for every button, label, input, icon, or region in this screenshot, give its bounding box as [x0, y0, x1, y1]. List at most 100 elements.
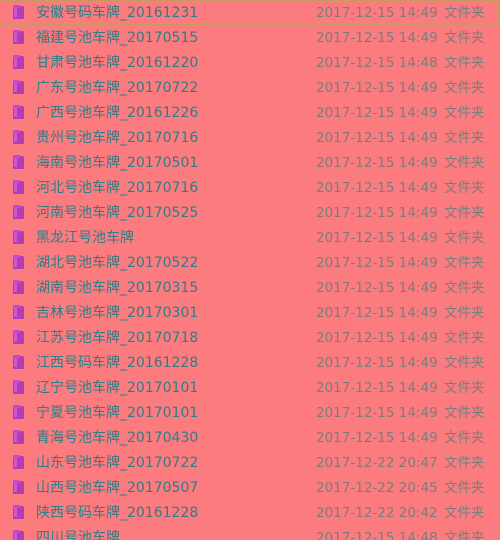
file-name: 江西号码车牌_20161228 [36, 354, 199, 371]
file-type: 文件夹 [444, 304, 485, 321]
file-modified-date: 2017-12-15 14:49 [316, 304, 438, 321]
file-row[interactable]: 吉林号池车牌_20170301 2017-12-15 14:49 文件夹 [0, 300, 500, 325]
file-type: 文件夹 [444, 279, 485, 296]
file-name: 河北号池车牌_20170716 [36, 179, 199, 196]
file-row[interactable]: 安徽号码车牌_20161231 2017-12-15 14:49 文件夹 [0, 0, 500, 25]
file-name: 贵州号池车牌_20170716 [36, 129, 199, 146]
file-name: 江苏号池车牌_20170718 [36, 329, 199, 346]
file-row[interactable]: 江西号码车牌_20161228 2017-12-15 14:49 文件夹 [0, 350, 500, 375]
file-row[interactable]: 湖北号池车牌_20170522 2017-12-15 14:49 文件夹 [0, 250, 500, 275]
folder-icon [13, 230, 26, 245]
file-type: 文件夹 [444, 504, 485, 521]
file-type: 文件夹 [444, 479, 485, 496]
file-row[interactable]: 宁夏号池车牌_20170101 2017-12-15 14:49 文件夹 [0, 400, 500, 425]
file-modified-date: 2017-12-15 14:49 [316, 29, 438, 46]
file-name: 安徽号码车牌_20161231 [36, 4, 199, 21]
file-modified-date: 2017-12-15 14:49 [316, 179, 438, 196]
file-name: 甘肃号池车牌_20161220 [36, 54, 199, 71]
folder-icon [13, 305, 26, 320]
file-row[interactable]: 广东号池车牌_20170722 2017-12-15 14:49 文件夹 [0, 75, 500, 100]
file-type: 文件夹 [444, 329, 485, 346]
file-modified-date: 2017-12-15 14:49 [316, 404, 438, 421]
file-name: 河南号池车牌_20170525 [36, 204, 199, 221]
file-name: 四川号池车牌 [36, 529, 120, 540]
file-name: 湖北号池车牌_20170522 [36, 254, 199, 271]
file-type: 文件夹 [444, 4, 485, 21]
file-row[interactable]: 贵州号池车牌_20170716 2017-12-15 14:49 文件夹 [0, 125, 500, 150]
folder-icon [13, 155, 26, 170]
file-name: 青海号池车牌_20170430 [36, 429, 199, 446]
file-row[interactable]: 河北号池车牌_20170716 2017-12-15 14:49 文件夹 [0, 175, 500, 200]
file-row[interactable]: 广西号池车牌_20161226 2017-12-15 14:49 文件夹 [0, 100, 500, 125]
file-name: 宁夏号池车牌_20170101 [36, 404, 199, 421]
file-modified-date: 2017-12-15 14:48 [316, 54, 438, 71]
file-type: 文件夹 [444, 404, 485, 421]
file-type: 文件夹 [444, 129, 485, 146]
folder-icon [13, 330, 26, 345]
file-type: 文件夹 [444, 29, 485, 46]
file-name: 湖南号池车牌_20170315 [36, 279, 199, 296]
file-type: 文件夹 [444, 379, 485, 396]
file-row[interactable]: 海南号池车牌_20170501 2017-12-15 14:49 文件夹 [0, 150, 500, 175]
folder-icon [13, 5, 26, 20]
file-modified-date: 2017-12-15 14:49 [316, 4, 438, 21]
folder-icon [13, 280, 26, 295]
file-type: 文件夹 [444, 179, 485, 196]
folder-icon [13, 180, 26, 195]
folder-icon [13, 405, 26, 420]
file-type: 文件夹 [444, 204, 485, 221]
file-type: 文件夹 [444, 454, 485, 471]
file-type: 文件夹 [444, 354, 485, 371]
file-modified-date: 2017-12-22 20:45 [316, 479, 438, 496]
file-name: 广西号池车牌_20161226 [36, 104, 199, 121]
file-name: 吉林号池车牌_20170301 [36, 304, 199, 321]
folder-icon [13, 30, 26, 45]
file-modified-date: 2017-12-15 14:49 [316, 254, 438, 271]
file-type: 文件夹 [444, 104, 485, 121]
folder-icon [13, 80, 26, 95]
folder-icon [13, 55, 26, 70]
file-row[interactable]: 河南号池车牌_20170525 2017-12-15 14:49 文件夹 [0, 200, 500, 225]
folder-icon [13, 380, 26, 395]
file-list[interactable]: 安徽号码车牌_20161231 2017-12-15 14:49 文件夹 福建号池车牌… [0, 0, 500, 540]
file-row[interactable]: 湖南号池车牌_20170315 2017-12-15 14:49 文件夹 [0, 275, 500, 300]
file-row[interactable]: 福建号池车牌_20170515 2017-12-15 14:49 文件夹 [0, 25, 500, 50]
file-modified-date: 2017-12-15 14:49 [316, 279, 438, 296]
file-name: 辽宁号池车牌_20170101 [36, 379, 199, 396]
file-row[interactable]: 四川号池车牌 2017-12-15 14:48 文件夹 [0, 525, 500, 540]
file-row[interactable]: 辽宁号池车牌_20170101 2017-12-15 14:49 文件夹 [0, 375, 500, 400]
file-modified-date: 2017-12-15 14:49 [316, 329, 438, 346]
file-row[interactable]: 江苏号池车牌_20170718 2017-12-15 14:49 文件夹 [0, 325, 500, 350]
folder-icon [13, 530, 26, 540]
file-modified-date: 2017-12-15 14:49 [316, 79, 438, 96]
file-name: 山西号池车牌_20170507 [36, 479, 199, 496]
file-row[interactable]: 山西号池车牌_20170507 2017-12-22 20:45 文件夹 [0, 475, 500, 500]
file-name: 山东号池车牌_20170722 [36, 454, 199, 471]
file-modified-date: 2017-12-15 14:48 [316, 529, 438, 540]
file-name: 广东号池车牌_20170722 [36, 79, 199, 96]
file-modified-date: 2017-12-15 14:49 [316, 354, 438, 371]
file-row[interactable]: 山东号池车牌_20170722 2017-12-22 20:47 文件夹 [0, 450, 500, 475]
file-modified-date: 2017-12-15 14:49 [316, 154, 438, 171]
folder-icon [13, 430, 26, 445]
file-modified-date: 2017-12-15 14:49 [316, 204, 438, 221]
file-type: 文件夹 [444, 429, 485, 446]
file-modified-date: 2017-12-22 20:42 [316, 504, 438, 521]
file-row[interactable]: 甘肃号池车牌_20161220 2017-12-15 14:48 文件夹 [0, 50, 500, 75]
folder-icon [13, 130, 26, 145]
file-name: 陕西号码车牌_20161228 [36, 504, 199, 521]
folder-icon [13, 480, 26, 495]
file-row[interactable]: 青海号池车牌_20170430 2017-12-15 14:49 文件夹 [0, 425, 500, 450]
file-modified-date: 2017-12-22 20:47 [316, 454, 438, 471]
folder-icon [13, 205, 26, 220]
file-row[interactable]: 陕西号码车牌_20161228 2017-12-22 20:42 文件夹 [0, 500, 500, 525]
folder-icon [13, 355, 26, 370]
folder-icon [13, 255, 26, 270]
file-name: 黑龙江号池车牌 [36, 229, 134, 246]
file-row[interactable]: 黑龙江号池车牌 2017-12-15 14:49 文件夹 [0, 225, 500, 250]
file-name: 福建号池车牌_20170515 [36, 29, 199, 46]
file-type: 文件夹 [444, 79, 485, 96]
file-type: 文件夹 [444, 54, 485, 71]
file-name: 海南号池车牌_20170501 [36, 154, 199, 171]
file-modified-date: 2017-12-15 14:49 [316, 104, 438, 121]
